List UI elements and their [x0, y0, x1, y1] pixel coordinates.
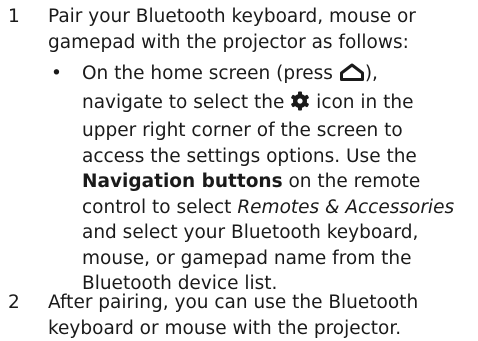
text-segment: On the home screen (press	[82, 63, 339, 84]
bullet-line-2: navigate to select the icon in the	[82, 90, 474, 119]
text-segment: icon in the	[310, 91, 414, 113]
text-segment: control to select	[82, 196, 238, 218]
step-line: gamepad with the projector as follows:	[48, 31, 409, 53]
bullet-marker: •	[51, 63, 62, 84]
step-number: 2	[8, 292, 20, 313]
remotes-accessories-label: Remotes & Accessories	[237, 196, 455, 218]
step-line: After pairing, you can use the Bluetooth	[48, 292, 419, 313]
bullet-line-7: and select your Bluetooth keyboard,	[82, 222, 419, 243]
bullet-line-5: Navigation buttons on the remote	[82, 169, 474, 195]
instruction-document: 1 Pair your Bluetooth keyboard, mouse or…	[0, 0, 478, 341]
home-icon	[339, 62, 365, 90]
bullet-line-1: On the home screen (press ),	[82, 61, 474, 90]
text-segment: navigate to select the	[82, 91, 291, 113]
gear-icon	[290, 91, 310, 119]
bullet-line-4: access the settings options. Use the	[82, 145, 417, 167]
navigation-buttons-label: Navigation buttons	[82, 171, 283, 192]
step-line: Pair your Bluetooth keyboard, mouse or	[48, 6, 416, 27]
bullet-line-8: mouse, or gamepad name from the	[82, 247, 412, 269]
bullet-line-3: upper right corner of the screen to	[82, 120, 403, 141]
text-segment: on the remote	[282, 171, 421, 192]
step-text: Pair your Bluetooth keyboard, mouse or g…	[48, 4, 472, 55]
step-number: 1	[8, 6, 20, 27]
step-text: After pairing, you can use the Bluetooth…	[48, 290, 472, 341]
bullet-text: On the home screen (press ), navigate to…	[82, 61, 474, 297]
bullet-line-6: control to select Remotes & Accessories	[82, 195, 474, 221]
step-line: keyboard or mouse with the projector.	[48, 317, 402, 339]
text-segment: ),	[364, 63, 378, 84]
